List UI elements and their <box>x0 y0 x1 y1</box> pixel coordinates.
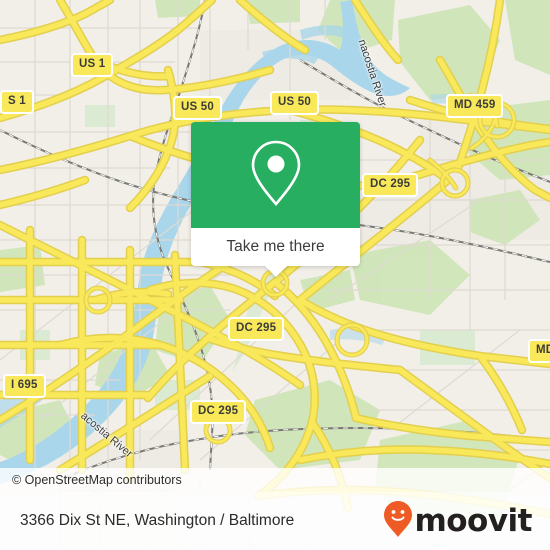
footer-bar: 3366 Dix St NE, Washington / Baltimore m… <box>0 492 550 550</box>
moovit-pin-smiley-icon <box>383 500 413 543</box>
moovit-map-screenshot: S 1 US 1 US 50 US 50 MD 459 DC 295 DC 295 I 695… <box>0 0 550 550</box>
callout-pin-area <box>191 122 360 228</box>
moovit-brand-logo[interactable]: moovit <box>383 500 550 543</box>
openstreetmap-attribution[interactable]: © OpenStreetMap contributors <box>0 473 182 487</box>
take-me-there-label: Take me there <box>226 238 325 255</box>
shield-md-edge: MD <box>528 339 550 363</box>
moovit-wordmark: moovit <box>414 503 532 539</box>
callout-tail <box>264 266 287 277</box>
address-label: 3366 Dix St NE, Washington / Baltimore <box>20 512 295 529</box>
shield-us-50-right: US 50 <box>270 91 319 115</box>
map-pin-icon <box>248 138 304 213</box>
shield-md-459: MD 459 <box>446 94 504 118</box>
shield-i-695: I 695 <box>3 374 46 398</box>
shield-us-1-edge: S 1 <box>0 90 34 114</box>
take-me-there-button[interactable]: Take me there <box>191 228 360 266</box>
shield-dc-295-lower: DC 295 <box>190 400 247 424</box>
location-callout-card[interactable]: Take me there <box>191 122 360 277</box>
shield-us-50-left: US 50 <box>173 96 222 120</box>
map-attribution-bar: © OpenStreetMap contributors <box>0 468 550 492</box>
shield-dc-295-center: DC 295 <box>228 317 285 341</box>
shield-dc-295-upper-right: DC 295 <box>362 173 419 197</box>
shield-us-1: US 1 <box>71 53 114 77</box>
